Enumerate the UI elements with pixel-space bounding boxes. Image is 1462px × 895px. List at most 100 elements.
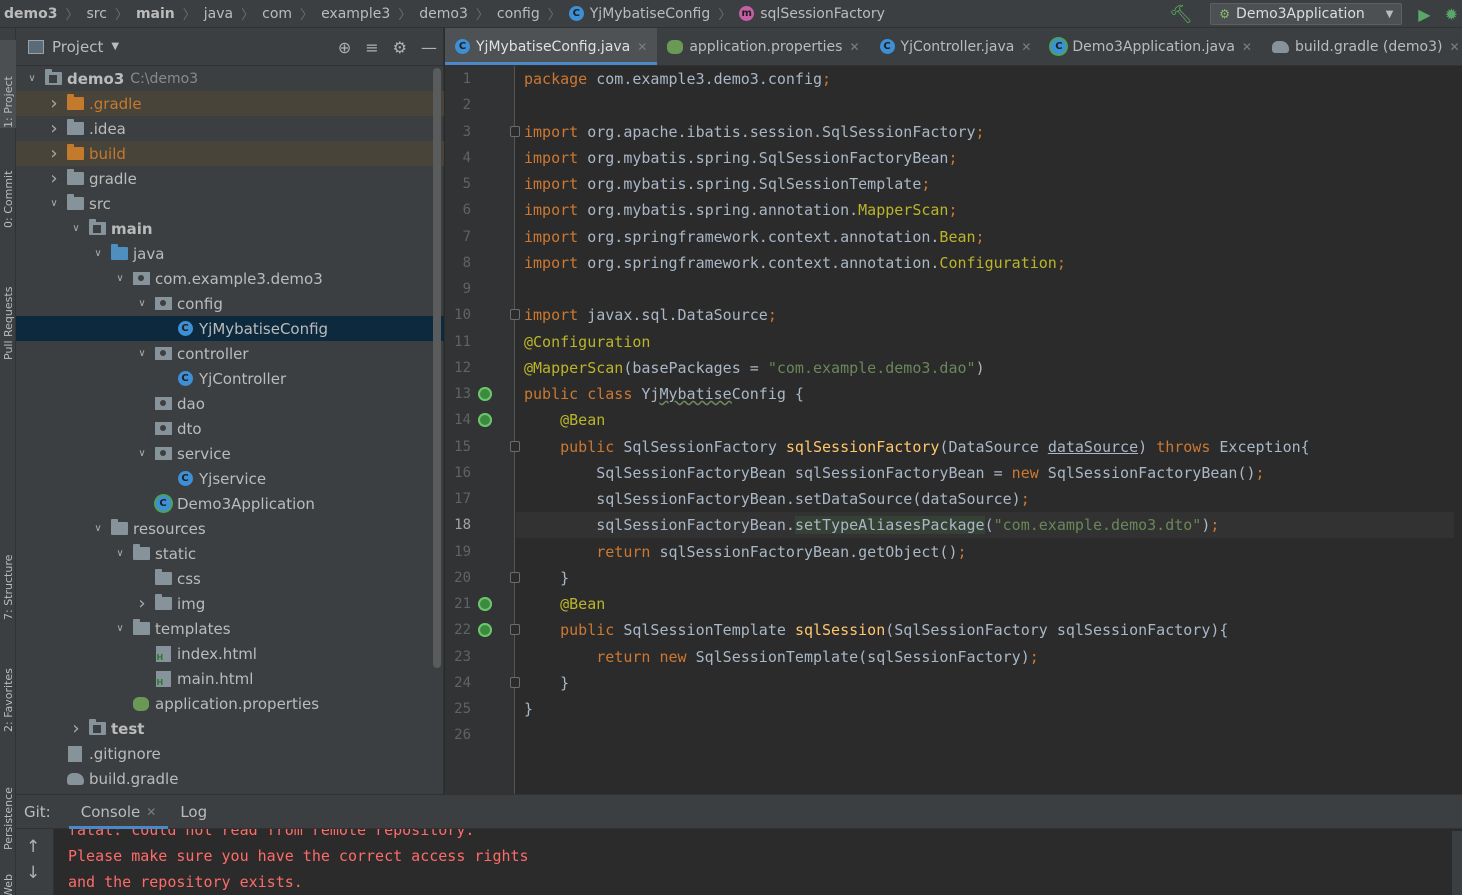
chevron-down-icon[interactable]: ∨ [90,248,106,259]
tree-item[interactable]: ∨ controller [16,341,444,366]
console-scrollbar[interactable] [1452,831,1462,895]
arrow-up-icon[interactable]: ↑ [26,837,40,857]
close-icon[interactable]: ✕ [849,40,859,54]
spring-bean-gutter-icon[interactable] [478,623,492,638]
run-configuration-select[interactable]: ⚙ Demo3Application ▼ [1210,3,1403,25]
close-icon[interactable]: ✕ [146,805,156,819]
code-editor[interactable]: 1 2 3 4 5 6 7 8 9 10 11 12 13 14 15 16 17 18 19 20 21 22 23 24 2… [445,66,1462,794]
spring-bean-gutter-icon[interactable] [478,597,492,611]
tree-item[interactable]: ∨ templates [16,616,444,641]
locate-file-icon[interactable]: ⊕ [338,38,351,57]
tab-log[interactable]: Log [168,795,219,829]
debug-icon[interactable]: ✹ [1445,5,1458,24]
tree-item[interactable]: ∨ service [16,441,444,466]
chevron-down-icon[interactable]: ∨ [112,623,128,634]
tree-item[interactable]: › img [16,591,444,616]
breadcrumb-item[interactable]: src 〉 [86,4,135,24]
breadcrumb-item[interactable]: example3 〉 [321,4,419,24]
chevron-right-icon[interactable]: › [46,168,62,189]
chevron-down-icon[interactable]: ∨ [134,348,150,359]
tree-scrollbar[interactable] [433,68,441,668]
breadcrumb-item[interactable]: demo3 〉 [419,4,497,24]
chevron-right-icon[interactable]: › [68,718,84,739]
tool-tab-structure[interactable]: 7: Structure [0,524,16,620]
tree-item[interactable]: Hmain.html [16,666,444,691]
breadcrumb-item[interactable]: com 〉 [262,4,321,24]
fold-marker-icon[interactable] [510,440,520,452]
fold-marker-icon[interactable] [510,309,520,321]
tree-item[interactable]: build.gradle [16,766,444,791]
tree-item[interactable]: ∨ src [16,191,444,216]
tree-item[interactable]: dto [16,416,444,441]
editor-tab[interactable]: application.properties ✕ [657,28,869,65]
spring-bean-gutter-icon[interactable] [478,387,492,401]
tree-item[interactable]: .gitignore [16,741,444,766]
tool-tab-commit[interactable]: 0: Commit [0,142,16,228]
breadcrumb-item[interactable]: main 〉 [136,4,204,24]
fold-marker-icon[interactable] [510,571,520,583]
chevron-right-icon[interactable]: › [134,593,150,614]
chevron-right-icon[interactable]: › [46,93,62,114]
tree-item[interactable]: › build [16,141,444,166]
chevron-down-icon[interactable]: ▼ [111,41,119,52]
tool-tab-project[interactable]: 1: Project [0,40,16,128]
chevron-down-icon[interactable]: ∨ [112,273,128,284]
tree-item[interactable]: css [16,566,444,591]
tree-item[interactable]: › gradle [16,166,444,191]
tool-tab-pull-requests[interactable]: Pull Requests [0,250,16,360]
tree-item[interactable]: ∨ demo3 C:\demo3 [16,66,444,91]
gear-icon[interactable]: ⚙ [393,38,407,57]
tree-item[interactable]: C YjMybatiseConfig [16,316,444,341]
breadcrumb-item[interactable]: m sqlSessionFactory [739,6,885,22]
arrow-down-icon[interactable]: ↓ [26,863,40,883]
breadcrumb-item[interactable]: demo3 〉 [4,4,86,24]
tree-item[interactable]: ∨ java [16,241,444,266]
breadcrumb-item[interactable]: java 〉 [204,4,262,24]
tree-item[interactable]: C YjController [16,366,444,391]
close-icon[interactable]: ✕ [1021,40,1031,54]
chevron-down-icon[interactable]: ∨ [24,73,40,84]
fold-marker-icon[interactable] [510,125,520,137]
tree-item[interactable]: ∨ config [16,291,444,316]
editor-tab[interactable]: C Demo3Application.java ✕ [1041,28,1262,65]
chevron-down-icon[interactable]: ∨ [46,198,62,209]
run-icon[interactable]: ▶ [1418,5,1430,24]
tree-item[interactable]: dao [16,391,444,416]
close-icon[interactable]: ✕ [1242,40,1252,54]
chevron-right-icon[interactable]: › [46,143,62,164]
build-hammer-icon[interactable]: 🔨︎ [1169,4,1192,25]
editor-tab[interactable]: C YjMybatiseConfig.java ✕ [445,28,658,65]
chevron-down-icon[interactable]: ∨ [68,223,84,234]
tree-item[interactable]: application.properties [16,691,444,716]
tool-tab-web[interactable]: Web [0,868,16,895]
tree-item[interactable]: ∨ com.example3.demo3 [16,266,444,291]
chevron-down-icon[interactable]: ∨ [90,523,106,534]
tree-item[interactable]: › test [16,716,444,741]
chevron-down-icon[interactable]: ∨ [134,298,150,309]
tree-item[interactable]: C Yjservice [16,466,444,491]
chevron-down-icon[interactable]: ∨ [134,448,150,459]
close-icon[interactable]: ✕ [637,40,647,54]
hide-panel-icon[interactable]: — [421,38,437,57]
editor-tab[interactable]: build.gradle (demo3) ✕ [1262,28,1462,65]
tab-console[interactable]: Console ✕ [68,795,169,829]
code-area[interactable]: package com.example3.demo3.config; import… [516,66,1462,794]
project-view-selector[interactable]: Project [52,38,103,56]
tree-item[interactable]: › .idea [16,116,444,141]
fold-marker-icon[interactable] [510,624,520,636]
close-icon[interactable]: ✕ [1449,40,1459,54]
tool-tab-favorites[interactable]: 2: Favorites [0,640,16,732]
chevron-down-icon[interactable]: ∨ [112,548,128,559]
collapse-all-icon[interactable]: ≡ [365,38,378,57]
tree-item[interactable]: ∨ main [16,216,444,241]
spring-bean-gutter-icon[interactable] [478,413,492,428]
fold-marker-icon[interactable] [510,676,520,688]
breadcrumb-item[interactable]: C YjMybatiseConfig 〉 [568,4,740,23]
tree-item[interactable]: Hindex.html [16,641,444,666]
chevron-right-icon[interactable]: › [46,118,62,139]
tree-item[interactable]: ∨ resources [16,516,444,541]
tree-item[interactable]: ∨ static [16,541,444,566]
tool-tab-persistence[interactable]: Persistence [0,758,16,850]
tree-item[interactable]: › .gradle [16,91,444,116]
breadcrumb-item[interactable]: config 〉 [497,4,569,24]
